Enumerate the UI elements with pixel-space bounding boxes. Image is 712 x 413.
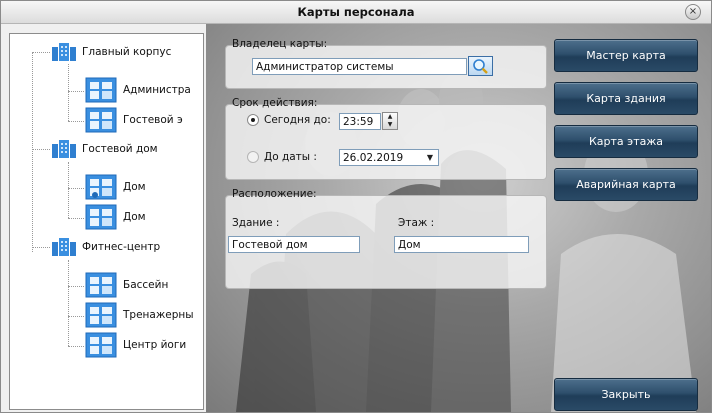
tree-item-label: Бассейн xyxy=(123,279,169,291)
staff-cards-window: Карты персонала × Главный корпус Админис… xyxy=(0,0,712,413)
tree-item-main-building[interactable]: Главный корпус xyxy=(50,40,171,64)
building-card-button[interactable]: Карта здания xyxy=(554,82,698,115)
building-icon xyxy=(50,138,78,160)
tree-item-guest-floor[interactable]: Гостевой э xyxy=(85,107,183,133)
close-icon[interactable]: × xyxy=(685,4,701,20)
building-label: Здание : xyxy=(232,217,280,229)
building-field[interactable]: Гостевой дом xyxy=(228,236,360,253)
tree-item-pool[interactable]: Бассейн xyxy=(85,272,169,298)
tree-item-gym[interactable]: Тренажерны xyxy=(85,302,194,328)
floor-label: Этаж : xyxy=(398,217,435,229)
tree-item-label: Главный корпус xyxy=(82,46,172,58)
tree-item-label: Дом xyxy=(123,181,146,193)
building-tree[interactable]: Главный корпус Администра Гостевой э Гос… xyxy=(9,33,204,410)
emergency-card-button[interactable]: Аварийная карта xyxy=(554,168,698,201)
tree-item-label: Дом xyxy=(123,211,146,223)
tree-item-guest-house[interactable]: Гостевой дом xyxy=(50,137,158,161)
spin-up-icon[interactable]: ▲ xyxy=(383,113,397,121)
today-time-field[interactable]: 23:59 xyxy=(339,113,381,130)
floor-icon xyxy=(85,77,117,103)
floor-icon xyxy=(85,174,117,200)
owner-field[interactable]: Администратор системы xyxy=(252,58,467,75)
floor-icon xyxy=(85,272,117,298)
close-button[interactable]: Закрыть xyxy=(554,378,698,411)
floor-card-button[interactable]: Карта этажа xyxy=(554,125,698,158)
floor-icon xyxy=(85,107,117,133)
today-radio[interactable] xyxy=(247,114,259,126)
window-title: Карты персонала xyxy=(297,5,415,19)
owner-label: Владелец карты: xyxy=(232,38,328,50)
master-card-button[interactable]: Мастер карта xyxy=(554,39,698,72)
floor-icon xyxy=(85,332,117,358)
tree-item-label: Фитнес-центр xyxy=(82,241,161,253)
tree-item-fitness-center[interactable]: Фитнес-центр xyxy=(50,235,160,259)
tree-item-label: Администра xyxy=(123,84,191,96)
location-label: Расположение: xyxy=(232,188,317,200)
spin-down-icon[interactable]: ▼ xyxy=(383,121,397,129)
validity-label: Срок действия: xyxy=(232,97,318,109)
floor-icon xyxy=(85,302,117,328)
building-icon xyxy=(50,236,78,258)
title-bar: Карты персонала × xyxy=(1,1,711,24)
building-icon xyxy=(50,41,78,63)
tree-item-house-1[interactable]: Дом xyxy=(85,174,146,200)
tree-item-label: Гостевой э xyxy=(123,114,183,126)
time-spinner[interactable]: ▲ ▼ xyxy=(382,112,398,130)
tree-item-yoga[interactable]: Центр йоги xyxy=(85,332,187,358)
chevron-down-icon[interactable]: ▼ xyxy=(422,149,438,166)
until-date-radio[interactable] xyxy=(247,151,259,163)
until-date-label: До даты : xyxy=(264,151,317,163)
today-label: Сегодня до: xyxy=(264,114,331,126)
tree-item-label: Гостевой дом xyxy=(82,143,158,155)
floor-field[interactable]: Дом xyxy=(394,236,529,253)
tree-item-house-2[interactable]: Дом xyxy=(85,204,146,230)
tree-item-label: Центр йоги xyxy=(123,339,187,351)
tree-item-admin[interactable]: Администра xyxy=(85,77,191,103)
tree-item-label: Тренажерны xyxy=(123,309,194,321)
search-icon xyxy=(473,59,488,74)
owner-search-button[interactable] xyxy=(468,56,493,76)
floor-icon xyxy=(85,204,117,230)
